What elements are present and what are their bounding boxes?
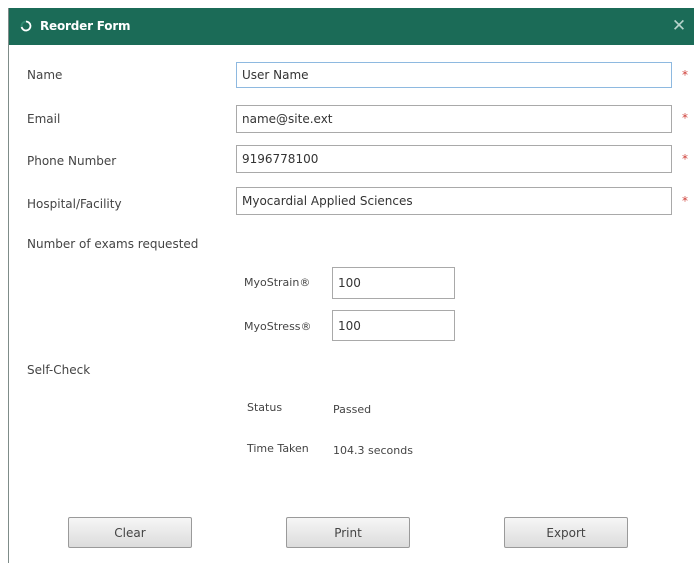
myostress-label: MyoStress® (244, 320, 312, 333)
facility-required-marker: * (682, 194, 688, 208)
name-input[interactable] (236, 62, 672, 88)
phone-input[interactable] (236, 145, 672, 173)
reorder-form-window: Reorder Form ✕ Name * Email * Phone Numb… (8, 8, 694, 563)
name-label: Name (27, 68, 63, 82)
phone-required-marker: * (682, 152, 688, 166)
name-required-marker: * (682, 68, 688, 82)
spinner-icon (20, 20, 32, 32)
window-title: Reorder Form (40, 19, 131, 33)
print-button[interactable]: Print (286, 517, 410, 548)
status-label: Status (247, 401, 283, 414)
phone-label: Phone Number (27, 154, 117, 168)
myostrain-input[interactable] (332, 267, 455, 299)
exams-heading: Number of exams requested (27, 237, 199, 251)
email-required-marker: * (682, 111, 688, 125)
selfcheck-heading: Self-Check (27, 363, 91, 377)
title-bar: Reorder Form ✕ (9, 8, 694, 45)
time-taken-label: Time Taken (247, 442, 309, 455)
email-input[interactable] (236, 105, 672, 133)
status-value: Passed (333, 403, 372, 416)
time-taken-value: 104.3 seconds (333, 444, 413, 457)
clear-button[interactable]: Clear (68, 517, 192, 548)
facility-input[interactable] (236, 187, 672, 215)
facility-label: Hospital/Facility (27, 197, 122, 211)
email-label: Email (27, 112, 61, 126)
close-icon[interactable]: ✕ (669, 16, 689, 36)
export-button[interactable]: Export (504, 517, 628, 548)
myostrain-label: MyoStrain® (244, 276, 311, 289)
myostress-input[interactable] (332, 310, 455, 341)
